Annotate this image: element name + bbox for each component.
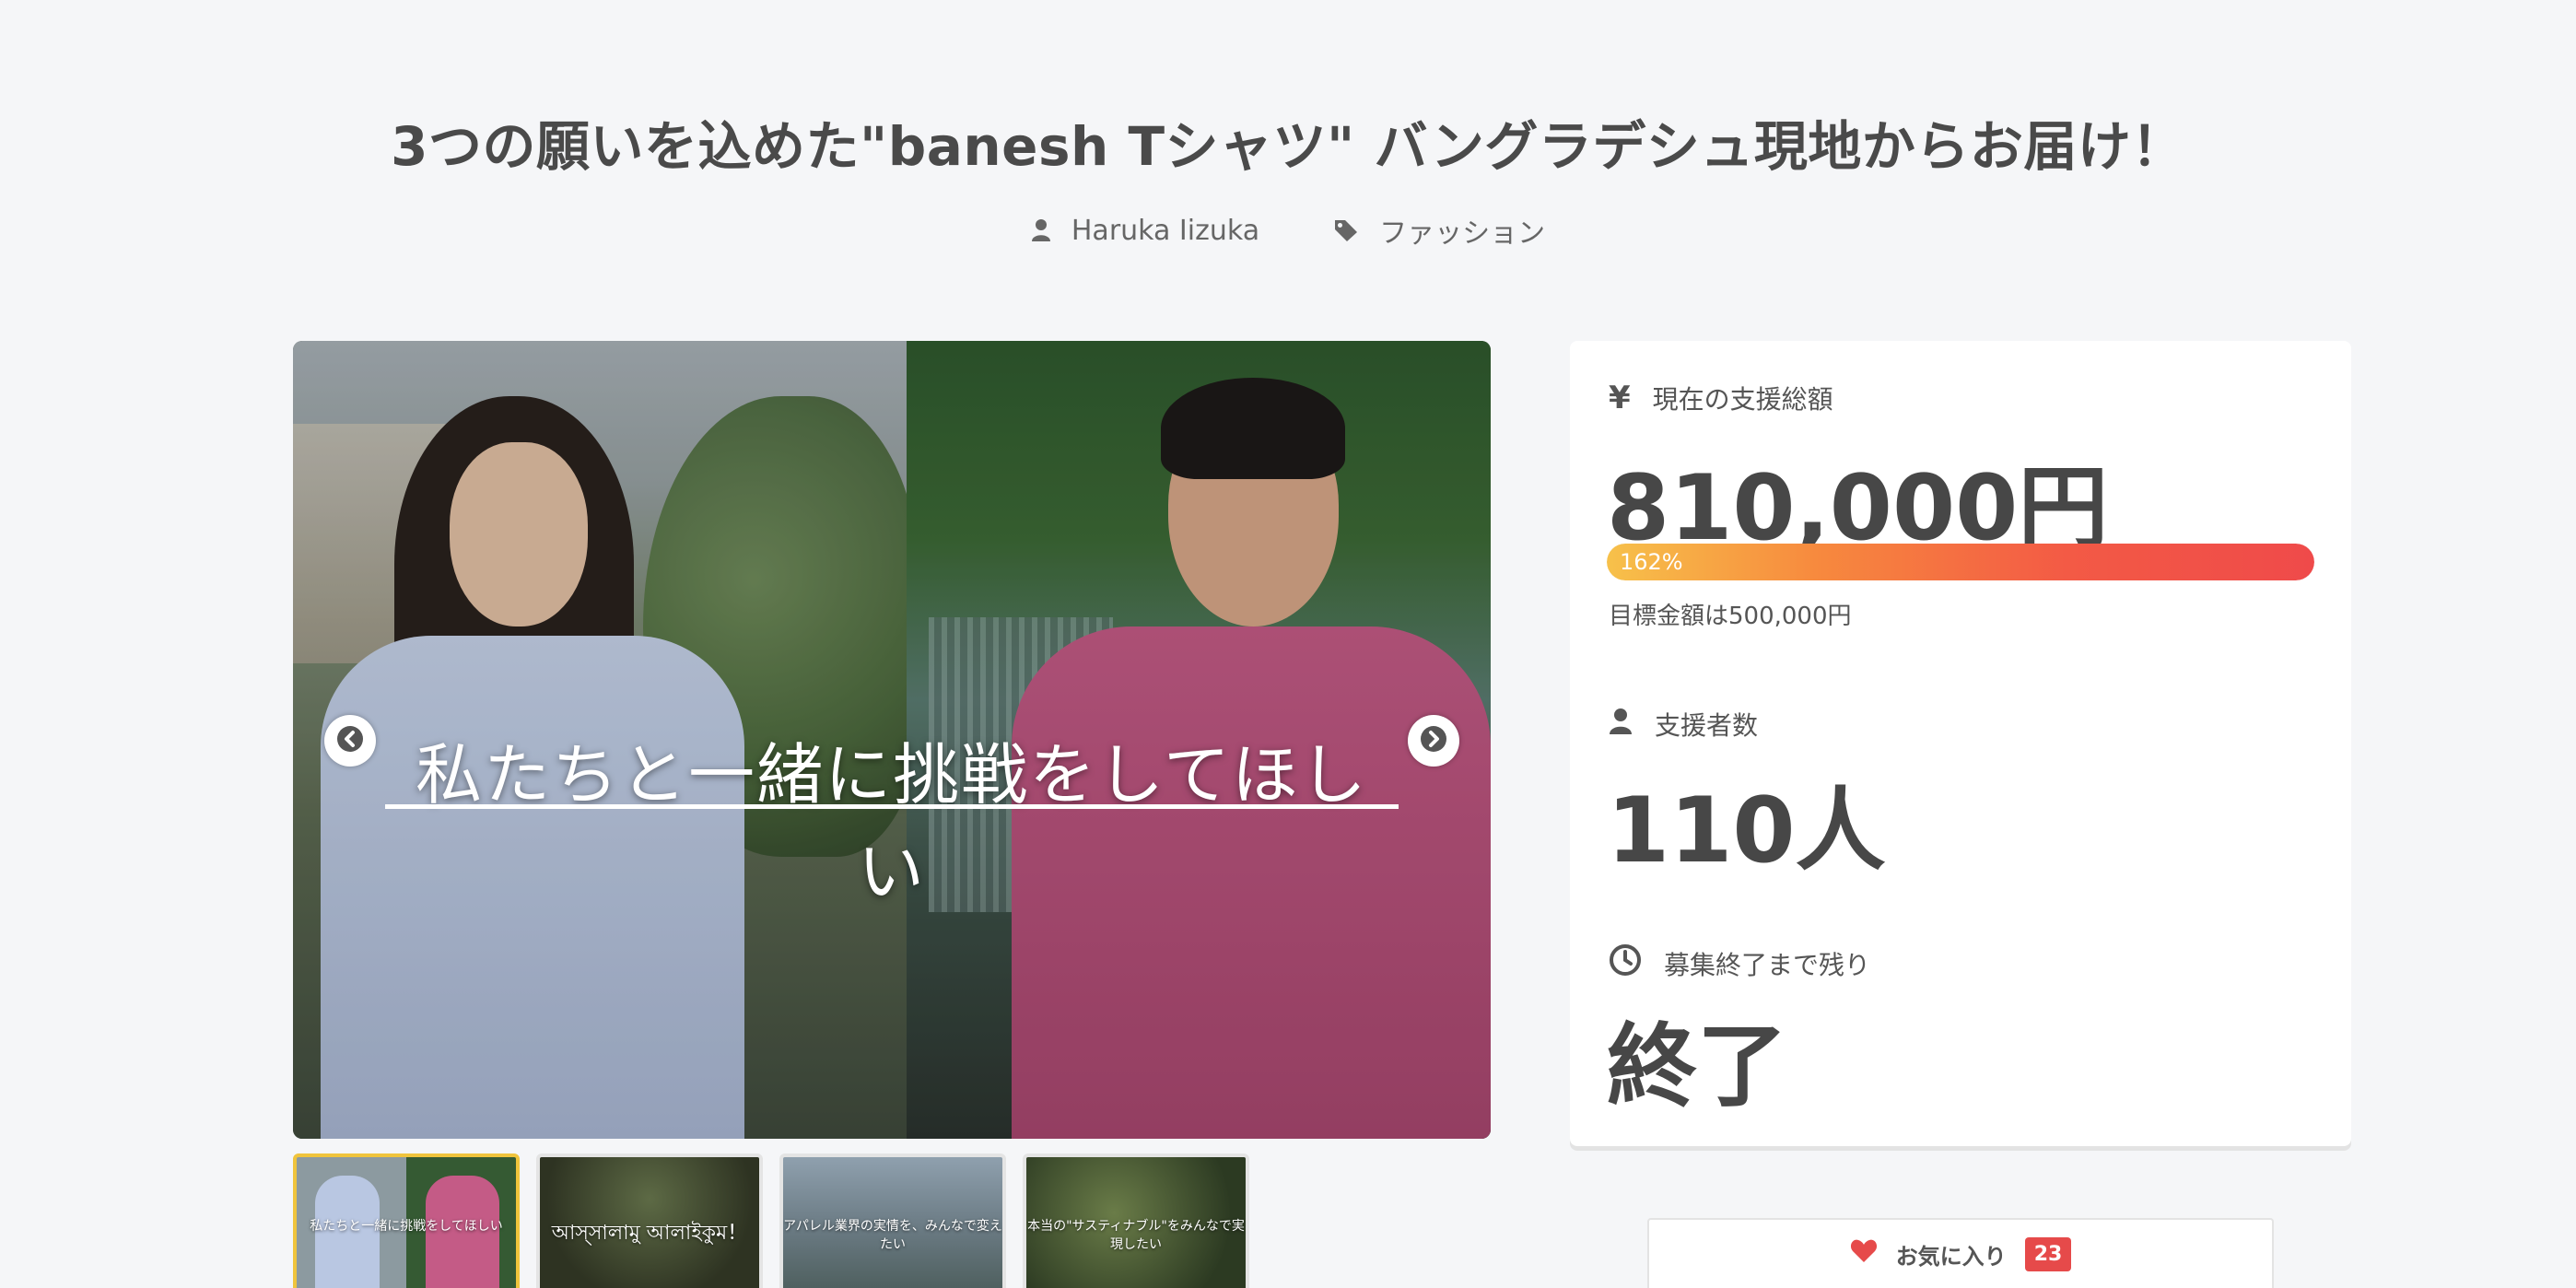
total-amount-label: 現在の支援総額 bbox=[1652, 384, 1833, 415]
total-amount-label-row: ¥ 現在の支援総額 bbox=[1609, 380, 1833, 416]
remaining-label-row: 募集終了まで残り bbox=[1609, 943, 1870, 983]
thumbnail-caption: 本当の"サスティナブル"をみんなで実現したい bbox=[1027, 1219, 1245, 1252]
thumbnail-2[interactable]: আস্সালামু আলাইকুম！ bbox=[536, 1153, 763, 1288]
tag-icon bbox=[1333, 218, 1359, 242]
favorite-count-badge: 23 bbox=[2024, 1236, 2072, 1271]
carousel-caption: 私たちと一緒に挑戦をしてほしい bbox=[416, 736, 1368, 910]
category-link[interactable]: ファッション bbox=[1333, 210, 1545, 251]
remaining-label: 募集終了まで残り bbox=[1664, 949, 1871, 980]
thumbnail-1[interactable]: 私たちと一緒に挑戦をしてほしい bbox=[293, 1153, 520, 1288]
chevron-right-icon bbox=[1420, 725, 1447, 756]
funding-stats-panel: ¥ 現在の支援総額 810,000円 162% 目標金額は500,000円 支援… bbox=[1570, 341, 2351, 1146]
carousel-prev-button[interactable] bbox=[324, 715, 376, 767]
thumbnail-caption: アパレル業界の実情を、みんなで変えたい bbox=[783, 1219, 1002, 1252]
backers-label: 支援者数 bbox=[1655, 710, 1759, 741]
heart-icon bbox=[1850, 1238, 1878, 1270]
chevron-left-icon bbox=[336, 725, 364, 756]
thumbnail-strip: 私たちと一緒に挑戦をしてほしい আস্সালামু আলাইকুম！ アパレル業… bbox=[293, 1153, 1249, 1288]
favorite-button[interactable]: お気に入り 23 bbox=[1647, 1218, 2274, 1288]
thumbnail-caption: আস্সালামু আলাইকুম！ bbox=[551, 1222, 748, 1245]
project-title: 3つの願いを込めた"banesh Tシャツ" バングラデシュ現地からお届け！ bbox=[391, 115, 2185, 178]
goal-amount: 目標金額は500,000円 bbox=[1609, 603, 1852, 630]
thumbnail-4[interactable]: 本当の"サスティナブル"をみんなで実現したい bbox=[1023, 1153, 1249, 1288]
caption-underline bbox=[385, 804, 1399, 809]
remaining-value: 終了 bbox=[1607, 1014, 1788, 1119]
project-meta: Haruka Iizuka ファッション bbox=[0, 210, 2576, 251]
backers-label-row: 支援者数 bbox=[1609, 706, 1758, 743]
user-icon bbox=[1031, 218, 1051, 242]
clock-icon bbox=[1609, 943, 1642, 983]
image-carousel[interactable]: 私たちと一緒に挑戦をしてほしい bbox=[293, 341, 1491, 1139]
favorite-label: お気に入り bbox=[1895, 1243, 2007, 1270]
thumbnail-3[interactable]: アパレル業界の実情を、みんなで変えたい bbox=[779, 1153, 1006, 1288]
funding-progress-bar: 162% bbox=[1607, 544, 2314, 580]
progress-fill: 162% bbox=[1607, 544, 2314, 580]
backers-value: 110人 bbox=[1607, 779, 1886, 884]
author-link[interactable]: Haruka Iizuka bbox=[1031, 215, 1259, 247]
yen-icon: ¥ bbox=[1609, 380, 1631, 416]
user-icon bbox=[1609, 708, 1633, 742]
category-name: ファッション bbox=[1379, 217, 1546, 250]
carousel-next-button[interactable] bbox=[1408, 715, 1459, 767]
thumbnail-caption: 私たちと一緒に挑戦をしてほしい bbox=[310, 1219, 503, 1234]
author-name: Haruka Iizuka bbox=[1071, 214, 1260, 247]
